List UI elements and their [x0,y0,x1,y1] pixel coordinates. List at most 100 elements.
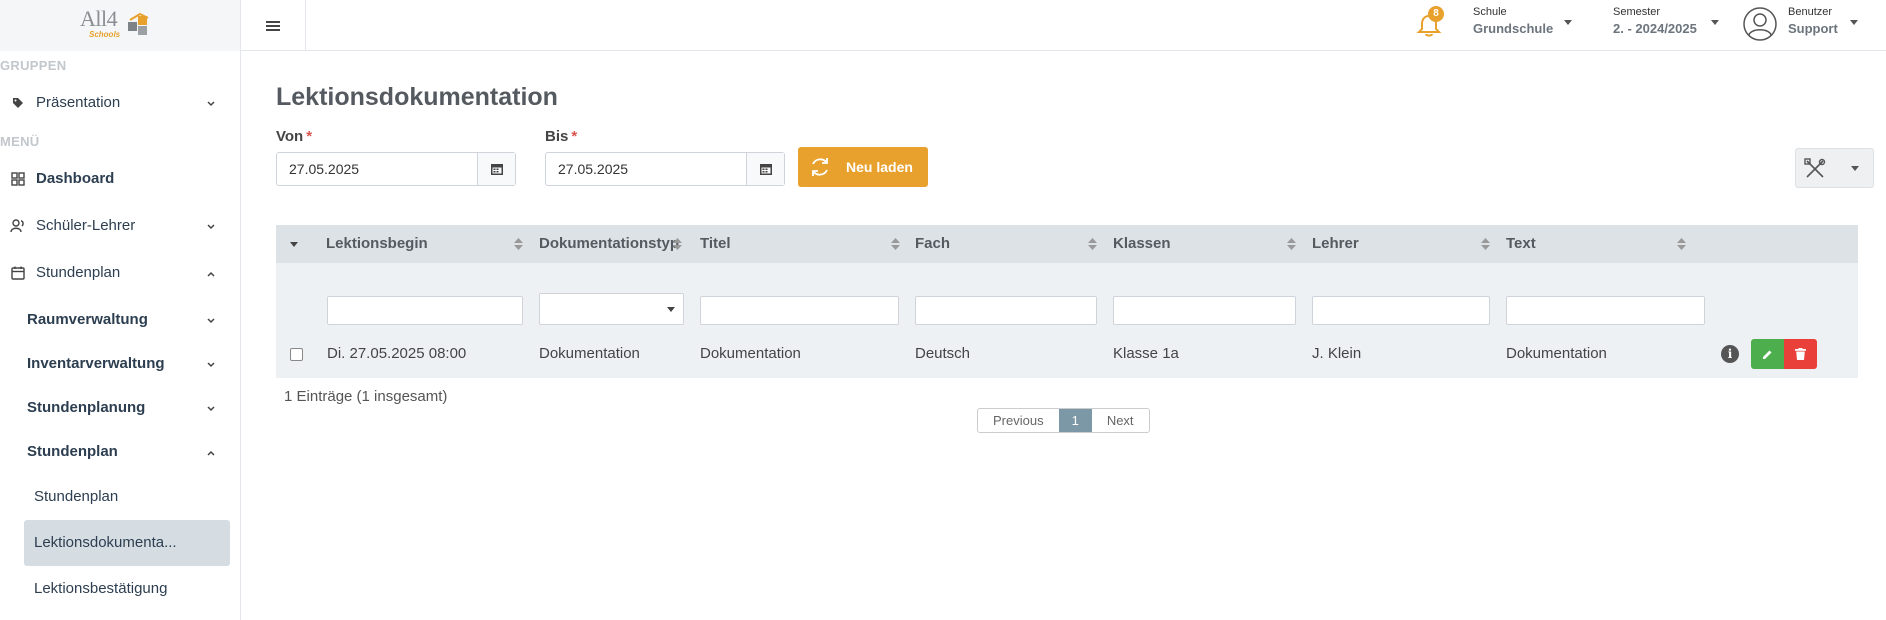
filter-lehrer-input[interactable] [1312,296,1490,325]
required-marker: * [571,128,578,145]
calendar-button[interactable] [477,153,515,185]
filter-fach-input[interactable] [915,296,1097,325]
sidebar-item-dashboard[interactable]: Dashboard [10,170,114,187]
cell-fach: Deutsch [915,345,971,362]
sidebar-item-schueler-lehrer[interactable]: Schüler-Lehrer [10,217,135,234]
reload-button[interactable]: Neu laden [798,147,928,187]
sort-icon[interactable] [514,238,523,250]
table-row[interactable]: Di. 27.05.2025 08:00 Dokumentation Dokum… [276,333,1858,378]
trash-icon [1795,348,1806,360]
previous-page-button[interactable]: Previous [978,409,1059,432]
to-date-value[interactable]: 27.05.2025 [546,153,746,185]
sort-icon[interactable] [1481,238,1490,250]
sort-icon[interactable] [1677,238,1686,250]
user-label: Benutzer [1788,6,1833,18]
school-value: Grundschule [1473,21,1554,36]
sidebar-item-raumverwaltung[interactable]: Raumverwaltung [27,311,148,328]
calendar-icon [10,265,26,281]
tools-icon [1804,158,1826,178]
logo-subtext: Schools [89,30,121,39]
page-1-button[interactable]: 1 [1058,409,1092,432]
menu-toggle-button[interactable] [241,0,306,51]
sidebar-item-praesentation[interactable]: Präsentation [10,94,120,111]
cell-klassen: Klasse 1a [1113,345,1179,362]
pencil-icon [1763,350,1772,359]
row-checkbox[interactable] [290,348,303,361]
sidebar-item-lektionsdokumentation[interactable]: Lektionsdokumenta... [34,534,177,551]
column-header[interactable]: Text [1506,225,1536,263]
column-header[interactable]: Klassen [1113,225,1171,263]
chevron-up-icon [207,271,215,277]
semester-caret-icon [1711,20,1719,25]
school-label: Schule [1473,6,1507,18]
sidebar-item-label: Präsentation [36,94,121,111]
from-label-text: Von [276,128,304,145]
data-table: Lektionsbegin Dokumentationstyp Titel Fa… [276,225,1858,378]
to-label: Bis * [545,128,577,145]
delete-button[interactable] [1784,339,1817,369]
page-title: Lektionsdokumentation [276,83,558,111]
required-marker: * [306,128,313,145]
top-bar: All4 Schools 8 Schule Grundschule Semest… [0,0,1886,51]
caret-down-icon [667,307,675,312]
logo[interactable]: All4 Schools [0,0,241,51]
calendar-button[interactable] [746,153,784,185]
users-icon [10,218,26,234]
sidebar-item-inventarverwaltung[interactable]: Inventarverwaltung [27,355,165,372]
select-all-dropdown[interactable] [290,225,305,263]
tools-caret-icon [1851,166,1859,171]
chevron-down-icon [207,406,215,412]
notification-badge: 8 [1428,6,1444,22]
sidebar-item-lektionsbestaetigung[interactable]: Lektionsbestätigung [34,580,167,597]
cell-lektionsbegin: Di. 27.05.2025 08:00 [327,345,467,362]
tag-icon [10,95,26,111]
edit-button[interactable] [1751,339,1784,369]
hamburger-icon [266,20,280,31]
column-header[interactable]: Lehrer [1312,225,1359,263]
refresh-icon [812,158,828,176]
sort-icon[interactable] [673,238,682,250]
user-dropdown[interactable]: Benutzer Support [1788,6,1838,36]
filter-text-input[interactable] [1506,296,1705,325]
sidebar: GRUPPEN Präsentation MENÜ Dashboard Schü… [0,51,241,620]
sidebar-item-label: Stundenplan [36,264,121,281]
semester-dropdown[interactable]: Semester 2. - 2024/2025 [1613,6,1697,36]
from-date-value[interactable]: 27.05.2025 [277,153,477,185]
sort-icon[interactable] [1088,238,1097,250]
sidebar-item-stundenplan[interactable]: Stundenplan [10,264,120,281]
user-value: Support [1788,21,1838,36]
tools-dropdown-button[interactable] [1795,148,1874,188]
to-date-field[interactable]: 27.05.2025 [545,152,785,186]
column-header[interactable]: Titel [700,225,731,263]
school-dropdown[interactable]: Schule Grundschule [1473,6,1553,36]
sidebar-item-stundenplanung[interactable]: Stundenplanung [27,399,145,416]
semester-label: Semester [1613,6,1661,18]
main-content: Lektionsdokumentation Von * 27.05.2025 Bi… [241,51,1886,620]
filter-klassen-input[interactable] [1113,296,1296,325]
user-avatar-icon[interactable] [1743,7,1777,41]
filter-lektionsbegin-input[interactable] [327,296,523,325]
logo-text: All4 [80,6,118,31]
cell-titel: Dokumentation [700,345,801,362]
next-page-button[interactable]: Next [1092,409,1149,432]
filter-dokumentationstyp-select[interactable] [539,293,684,325]
school-caret-icon [1564,20,1572,25]
chevron-up-icon [207,450,215,456]
to-label-text: Bis [545,128,569,145]
sort-icon[interactable] [891,238,900,250]
cell-lehrer: J. Klein [1312,345,1362,362]
calendar-icon [759,164,772,175]
sidebar-item-stundenplan-view[interactable]: Stundenplan [34,488,118,505]
info-icon[interactable]: i [1721,345,1739,363]
sort-icon[interactable] [1287,238,1296,250]
column-header[interactable]: Fach [915,225,950,263]
filter-titel-input[interactable] [700,296,899,325]
column-header[interactable]: Dokumentationstyp [539,225,679,263]
entries-info: 1 Einträge (1 insgesamt) [284,388,448,405]
sidebar-item-stundenplan-sub[interactable]: Stundenplan [27,443,118,460]
chevron-down-icon [207,362,215,368]
reload-label: Neu laden [846,159,913,175]
from-label: Von * [276,128,312,145]
column-header[interactable]: Lektionsbegin [326,225,428,263]
from-date-field[interactable]: 27.05.2025 [276,152,516,186]
